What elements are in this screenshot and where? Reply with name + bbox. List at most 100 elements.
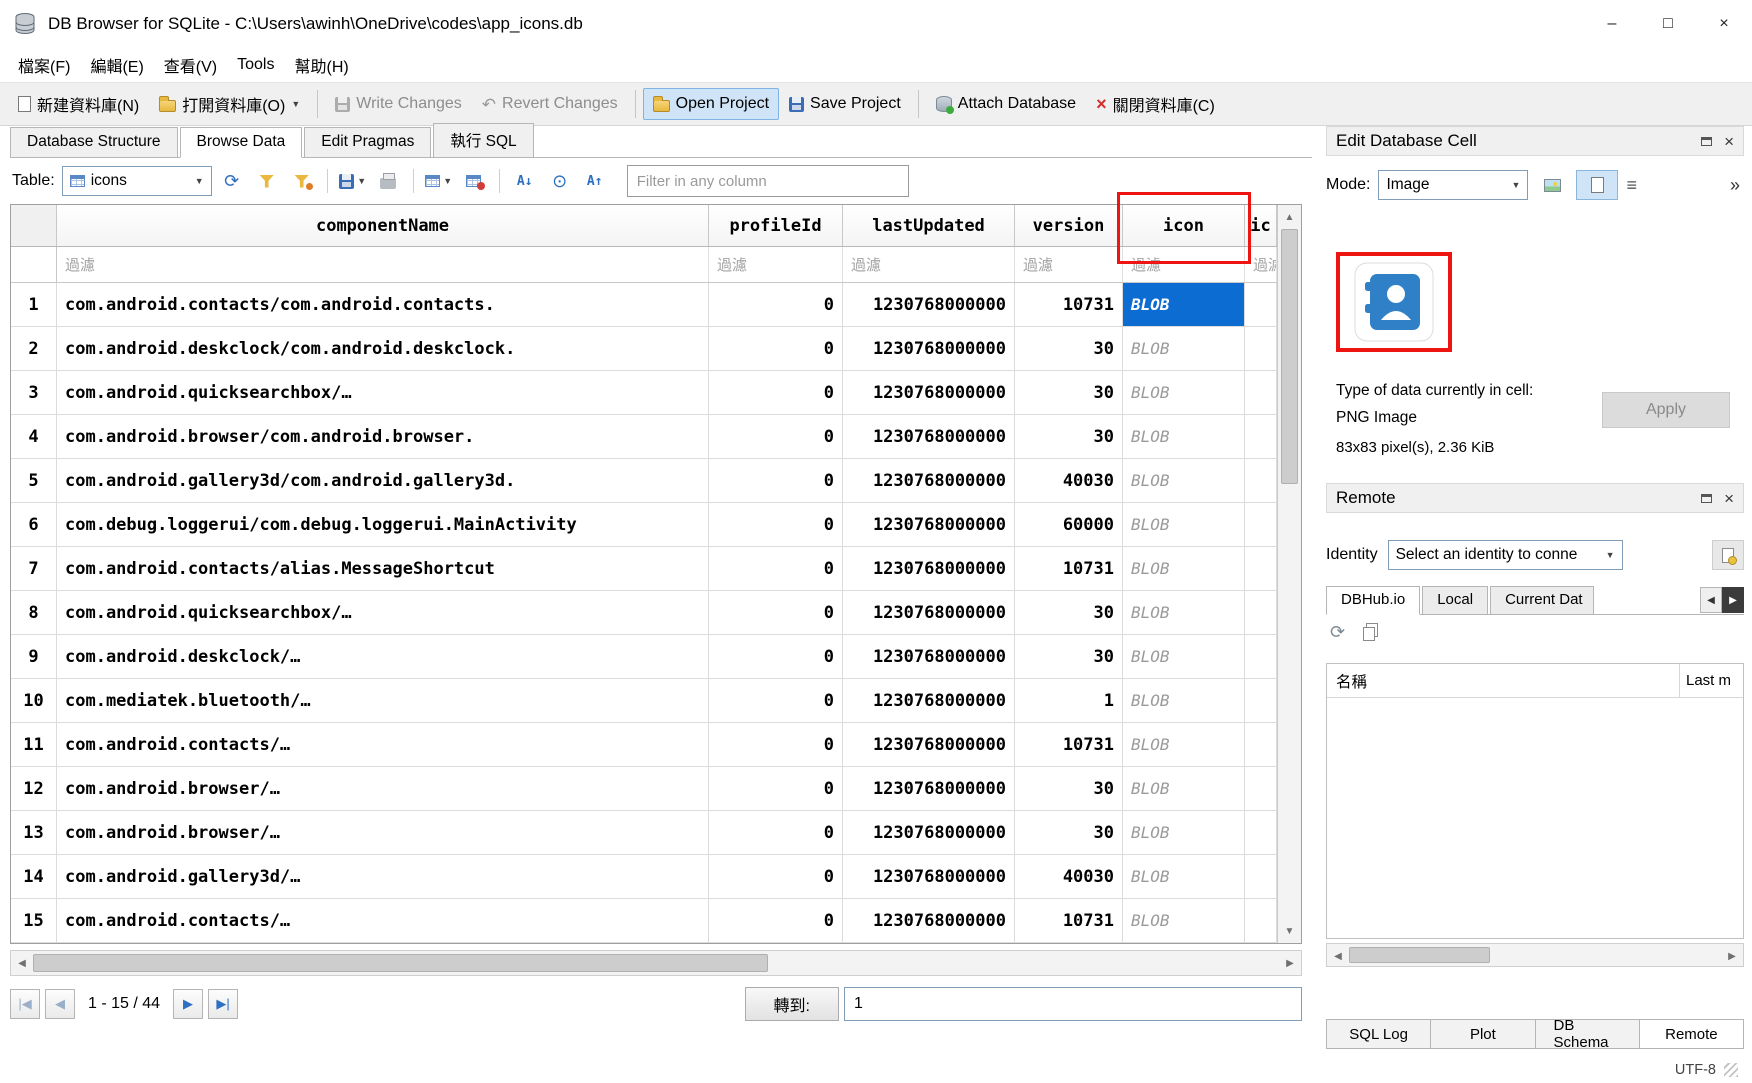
- cell-lastupdated[interactable]: 1230768000000: [843, 459, 1015, 502]
- column-header-name[interactable]: 名稱: [1327, 670, 1679, 692]
- cell-icon-blob[interactable]: BLOB: [1123, 415, 1245, 458]
- row-number[interactable]: 8: [11, 591, 57, 634]
- cell-profileid[interactable]: 0: [709, 415, 843, 458]
- row-number[interactable]: 13: [11, 811, 57, 854]
- cell-componentname[interactable]: com.android.gallery3d/…: [57, 855, 709, 898]
- apply-button[interactable]: Apply: [1602, 392, 1730, 428]
- cell-version[interactable]: 60000: [1015, 503, 1123, 546]
- cell-overflow[interactable]: [1245, 767, 1277, 810]
- chevron-down-icon[interactable]: ▼: [291, 100, 300, 109]
- close-panel-icon[interactable]: ×: [1724, 133, 1734, 150]
- table-row[interactable]: 10com.mediatek.bluetooth/…01230768000000…: [11, 679, 1277, 723]
- cell-overflow[interactable]: [1245, 591, 1277, 634]
- cell-profileid[interactable]: 0: [709, 767, 843, 810]
- goto-button[interactable]: 轉到:: [745, 987, 839, 1021]
- cell-componentname[interactable]: com.mediatek.bluetooth/…: [57, 679, 709, 722]
- cell-version[interactable]: 10731: [1015, 723, 1123, 766]
- cell-overflow[interactable]: [1245, 415, 1277, 458]
- column-header-lastupdated[interactable]: lastUpdated: [843, 205, 1015, 246]
- table-row[interactable]: 13com.android.browser/…0123076800000030B…: [11, 811, 1277, 855]
- table-row[interactable]: 8com.android.quicksearchbox/…01230768000…: [11, 591, 1277, 635]
- tab-browse-data[interactable]: Browse Data: [180, 127, 303, 158]
- horizontal-scrollbar-thumb[interactable]: [1349, 947, 1490, 963]
- cell-profileid[interactable]: 0: [709, 459, 843, 502]
- cell-lastupdated[interactable]: 1230768000000: [843, 327, 1015, 370]
- cell-componentname[interactable]: com.debug.loggerui/com.debug.loggerui.Ma…: [57, 503, 709, 546]
- vertical-scrollbar[interactable]: ▲ ▼: [1277, 205, 1301, 943]
- table-row[interactable]: 12com.android.browser/…0123076800000030B…: [11, 767, 1277, 811]
- mode-select[interactable]: Image ▼: [1378, 170, 1528, 200]
- scroll-left-icon[interactable]: ◀: [1327, 944, 1349, 968]
- menu-tools[interactable]: Tools: [227, 52, 284, 78]
- tab-db-schema[interactable]: DB Schema: [1536, 1019, 1640, 1049]
- cell-icon-blob[interactable]: BLOB: [1123, 547, 1245, 590]
- cell-componentname[interactable]: com.android.browser/…: [57, 811, 709, 854]
- first-page-button[interactable]: |◀: [10, 989, 40, 1019]
- cell-lastupdated[interactable]: 1230768000000: [843, 899, 1015, 942]
- cell-componentname[interactable]: com.android.deskclock/…: [57, 635, 709, 678]
- open-database-button[interactable]: 打開資料庫(O) ▼: [149, 85, 310, 123]
- cell-overflow[interactable]: [1245, 503, 1277, 546]
- table-row[interactable]: 5com.android.gallery3d/com.android.galle…: [11, 459, 1277, 503]
- cell-componentname[interactable]: com.android.browser/…: [57, 767, 709, 810]
- cell-overflow[interactable]: [1245, 855, 1277, 898]
- tab-remote[interactable]: Remote: [1640, 1019, 1744, 1049]
- cell-lastupdated[interactable]: 1230768000000: [843, 855, 1015, 898]
- cell-overflow[interactable]: [1245, 547, 1277, 590]
- cell-version[interactable]: 30: [1015, 591, 1123, 634]
- filter-input[interactable]: [627, 165, 909, 197]
- goto-record-button[interactable]: ⊙: [545, 166, 575, 196]
- row-number[interactable]: 3: [11, 371, 57, 414]
- table-row[interactable]: 2com.android.deskclock/com.android.deskc…: [11, 327, 1277, 371]
- cell-lastupdated[interactable]: 1230768000000: [843, 723, 1015, 766]
- tab-database-structure[interactable]: Database Structure: [10, 127, 178, 157]
- save-project-button[interactable]: Save Project: [779, 88, 911, 120]
- table-row[interactable]: 4com.android.browser/com.android.browser…: [11, 415, 1277, 459]
- cell-version[interactable]: 10731: [1015, 283, 1123, 326]
- cell-overflow[interactable]: [1245, 723, 1277, 766]
- column-header-profileid[interactable]: profileId: [709, 205, 843, 246]
- cell-componentname[interactable]: com.android.contacts/…: [57, 723, 709, 766]
- cell-componentname[interactable]: com.android.deskclock/com.android.deskcl…: [57, 327, 709, 370]
- cell-version[interactable]: 40030: [1015, 459, 1123, 502]
- row-number[interactable]: 14: [11, 855, 57, 898]
- cell-componentname[interactable]: com.android.contacts/alias.MessageShortc…: [57, 547, 709, 590]
- cell-icon-blob[interactable]: BLOB: [1123, 811, 1245, 854]
- row-number[interactable]: 9: [11, 635, 57, 678]
- cell-version[interactable]: 30: [1015, 371, 1123, 414]
- sort-desc-button[interactable]: A↑: [580, 166, 610, 196]
- open-project-button[interactable]: Open Project: [643, 88, 779, 120]
- cell-overflow[interactable]: [1245, 283, 1277, 326]
- table-row[interactable]: 15com.android.contacts/…0123076800000010…: [11, 899, 1277, 943]
- scrollbar-track[interactable]: [1490, 944, 1721, 966]
- cell-lastupdated[interactable]: 1230768000000: [843, 679, 1015, 722]
- row-number[interactable]: 15: [11, 899, 57, 942]
- word-wrap-icon[interactable]: ≡: [1626, 176, 1637, 194]
- cell-version[interactable]: 40030: [1015, 855, 1123, 898]
- menu-edit[interactable]: 編輯(E): [80, 49, 153, 81]
- cell-lastupdated[interactable]: 1230768000000: [843, 811, 1015, 854]
- scroll-right-icon[interactable]: ▶: [1721, 944, 1743, 968]
- float-panel-icon[interactable]: [1701, 494, 1712, 503]
- tab-execute-sql[interactable]: 執行 SQL: [433, 123, 533, 157]
- table-row[interactable]: 1com.android.contacts/com.android.contac…: [11, 283, 1277, 327]
- import-data-button[interactable]: [1536, 170, 1568, 200]
- scrollbar-track[interactable]: [768, 951, 1279, 975]
- row-number[interactable]: 11: [11, 723, 57, 766]
- clone-database-icon[interactable]: [1363, 627, 1375, 641]
- cell-icon-blob[interactable]: BLOB: [1123, 459, 1245, 502]
- print-button[interactable]: [373, 166, 403, 196]
- cell-lastupdated[interactable]: 1230768000000: [843, 547, 1015, 590]
- cell-profileid[interactable]: 0: [709, 635, 843, 678]
- filter-componentname[interactable]: 過濾: [57, 247, 709, 282]
- remote-horizontal-scrollbar[interactable]: ◀ ▶: [1326, 943, 1744, 967]
- insert-record-button[interactable]: ▼: [424, 166, 454, 196]
- tab-scroll-left-icon[interactable]: ◀: [1700, 587, 1722, 613]
- save-results-button[interactable]: ▼: [338, 166, 368, 196]
- cell-componentname[interactable]: com.android.browser/com.android.browser.: [57, 415, 709, 458]
- cell-profileid[interactable]: 0: [709, 591, 843, 634]
- clear-filters-button[interactable]: [287, 166, 317, 196]
- cell-icon-blob[interactable]: BLOB: [1123, 679, 1245, 722]
- row-number[interactable]: 10: [11, 679, 57, 722]
- prev-page-button[interactable]: ◀: [45, 989, 75, 1019]
